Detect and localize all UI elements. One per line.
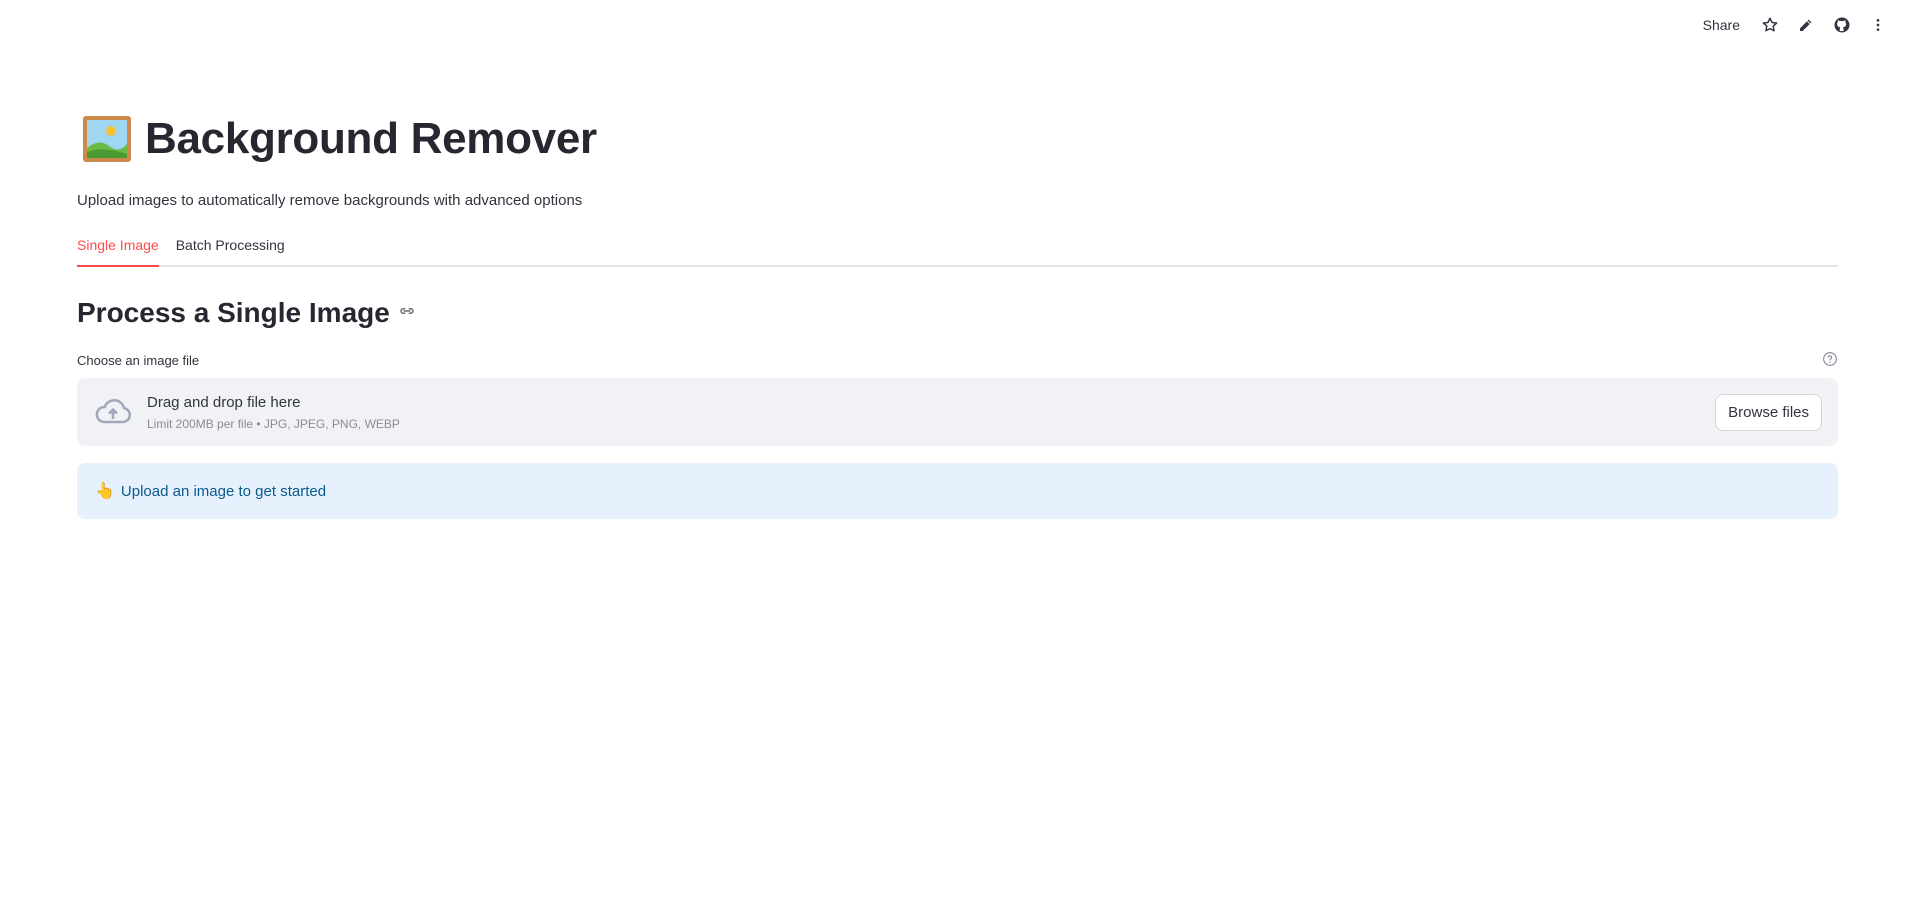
page-header: Background Remover [77, 96, 1838, 182]
dropzone-title: Drag and drop file here [147, 393, 301, 411]
page-title: Background Remover [145, 114, 597, 163]
dropzone-limit: Limit 200MB per file • JPG, JPEG, PNG, W… [147, 416, 400, 431]
link-icon[interactable] [398, 302, 416, 325]
section-header: Process a Single Image [77, 297, 1838, 329]
cloud-upload-icon [95, 399, 132, 424]
page-subtitle: Upload images to automatically remove ba… [77, 192, 583, 209]
github-icon[interactable] [1824, 7, 1860, 43]
uploader-label: Choose an image file [77, 353, 200, 368]
browse-files-button[interactable]: Browse files [1715, 393, 1822, 431]
uploader-label-row: Choose an image file [77, 351, 1838, 370]
section-title: Process a Single Image [77, 297, 390, 328]
more-vertical-icon[interactable] [1860, 7, 1896, 43]
top-toolbar: Share [1691, 0, 1908, 50]
help-circle-icon[interactable] [1822, 351, 1838, 370]
dropzone-texts: Drag and drop file here Limit 200MB per … [147, 394, 1715, 431]
info-alert: 👆 Upload an image to get started [77, 463, 1838, 519]
main-content: Background Remover Upload images to auto… [77, 96, 1838, 519]
file-dropzone[interactable]: Drag and drop file here Limit 200MB per … [77, 378, 1838, 446]
pointing-up-icon: 👆 [95, 483, 115, 500]
share-button[interactable]: Share [1691, 11, 1752, 39]
pencil-icon[interactable] [1788, 7, 1824, 43]
framed-picture-icon [83, 116, 131, 162]
star-icon[interactable] [1752, 7, 1788, 43]
tab-single-image[interactable]: Single Image [77, 237, 159, 267]
info-text: Upload an image to get started [120, 482, 327, 500]
tab-batch-processing[interactable]: Batch Processing [176, 237, 285, 267]
tab-bar: Single Image Batch Processing [77, 231, 1838, 267]
